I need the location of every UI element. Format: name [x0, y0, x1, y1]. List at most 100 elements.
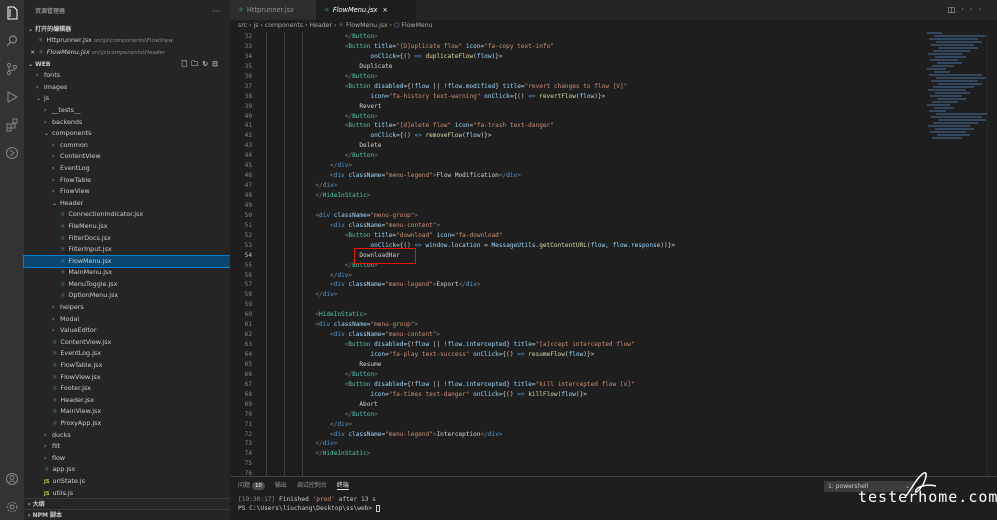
tree-folder[interactable]: › __tests__ [24, 105, 230, 117]
tree-item-label: MainMenu.jsx [68, 268, 113, 277]
open-editor-item[interactable]: ⚛ Httprunner.jsx src\js\components\FlowVie… [24, 35, 230, 47]
code-token: )}> [583, 351, 595, 358]
line-number: 39 [244, 102, 252, 110]
new-folder-icon[interactable]: 🗀 [191, 60, 202, 68]
open-editor-item[interactable]: × ⚛ FlowMenu.jsx src\js\components\Header [24, 47, 230, 59]
tree-file[interactable]: ⚛ OptionMenu.jsx [24, 290, 230, 302]
tree-file[interactable]: ⚛ Header.jsx [24, 395, 230, 407]
tab-httprunner[interactable]: ⚛ Httprunner.jsx [230, 0, 316, 20]
code-line: 47 </div> [230, 181, 930, 191]
tree-folder[interactable]: › fonts [24, 70, 230, 82]
run-icon[interactable] [4, 90, 20, 106]
code-token: removeFlow [425, 132, 463, 140]
code-token: disabled [374, 341, 404, 349]
tab-debug-console[interactable]: 调试控制台 [297, 482, 327, 489]
tree-file[interactable]: ⚛ FilterInput.jsx [24, 244, 230, 256]
tab-output[interactable]: 输出 [275, 482, 287, 489]
extensions-icon[interactable] [4, 118, 20, 134]
collapse-all-icon[interactable]: ⊟ [212, 60, 222, 68]
tree-file[interactable]: ⚛ ConnectionIndicator.jsx [24, 209, 230, 221]
code-token: > [498, 430, 503, 438]
code-line: 66 </Button> [230, 370, 930, 380]
npm-scripts-section[interactable]: › NPM 脚本 [24, 509, 230, 520]
code-token: HideInStatic [322, 450, 367, 458]
code-line: 50 <div className="menu-group"> [230, 211, 930, 221]
tree-file[interactable]: ⚛ MainView.jsx [24, 406, 230, 418]
code-token: > [333, 182, 338, 190]
code-line: 73 </div> [230, 439, 930, 449]
more-actions-icon[interactable]: ··· [212, 0, 220, 24]
tree-folder[interactable]: › common [24, 140, 230, 152]
breadcrumb-item[interactable]: js [253, 22, 258, 29]
refresh-icon[interactable]: ↻ [202, 60, 212, 68]
code-token: = [480, 241, 492, 249]
minimap-line [933, 122, 978, 124]
close-icon[interactable]: × [382, 6, 388, 14]
search-icon[interactable] [4, 34, 20, 50]
tree-file[interactable]: ⚛ MenuToggle.jsx [24, 279, 230, 291]
tree-folder[interactable]: › ducks [24, 430, 230, 442]
code-editor[interactable]: 32 </Button> 33 <Button title="[D]uplicat… [230, 32, 930, 476]
explorer-icon[interactable] [4, 6, 20, 22]
tree-folder[interactable]: › backends [24, 117, 230, 129]
breadcrumb-item[interactable]: components [265, 22, 303, 29]
breadcrumb-item[interactable]: FlowMenu [401, 22, 432, 29]
split-editor-icon[interactable]: ◫ [948, 5, 962, 14]
tree-folder[interactable]: › flow [24, 453, 230, 465]
tree-folder[interactable]: ⌄ components [24, 128, 230, 140]
tab-flowmenu[interactable]: ⚛ FlowMenu.jsx × [316, 0, 416, 20]
tree-folder[interactable]: › FlowView [24, 186, 230, 198]
tree-folder[interactable]: › ContentView [24, 151, 230, 163]
tree-file[interactable]: ⚛ Footer.jsx [24, 383, 230, 395]
minimap-line [938, 47, 978, 49]
remote-icon[interactable] [4, 146, 20, 162]
tree-file[interactable]: ⚛ FileMenu.jsx [24, 221, 230, 233]
editor-scrollbar[interactable] [987, 32, 997, 476]
code-token: Button [352, 410, 375, 418]
code-token: </ [315, 440, 323, 448]
tree-file[interactable]: ⚛ ContentView.jsx [24, 337, 230, 349]
close-icon[interactable]: × [30, 48, 35, 56]
code-token: "fa-play text-success" [388, 351, 470, 358]
tree-file[interactable]: ⚛ FlowTable.jsx [24, 360, 230, 372]
code-line: 67 <Button disabled={!flow || !flow.inte… [230, 380, 930, 390]
breadcrumb-item[interactable]: FlowMenu.jsx [346, 22, 388, 29]
code-token: title [513, 380, 532, 388]
tree-folder[interactable]: ⌄ Header [24, 198, 230, 210]
code-token: ={() [498, 351, 518, 358]
tree-file[interactable]: ⚛ ProxyApp.jsx [24, 418, 230, 430]
chevron-right-icon: › [36, 83, 39, 91]
tree-folder[interactable]: › EventLog [24, 163, 230, 175]
tree-folder[interactable]: › FlowTable [24, 175, 230, 187]
outline-section[interactable]: › 大纲 [24, 498, 230, 509]
tree-folder[interactable]: › helpers [24, 302, 230, 314]
minimap[interactable] [927, 32, 990, 152]
tree-file[interactable]: ⚛ MainMenu.jsx [24, 267, 230, 279]
tree-file[interactable]: ⚛ FilterDocs.jsx [24, 233, 230, 245]
tree-file[interactable]: ⚛ EventLog.jsx [24, 348, 230, 360]
tree-folder[interactable]: › ValueEditor [24, 325, 230, 337]
account-icon[interactable] [4, 472, 20, 488]
breadcrumb-item[interactable]: src [238, 22, 247, 29]
tree-file[interactable]: JS urlState.js [24, 476, 230, 488]
tab-problems[interactable]: 问题 10 [238, 482, 265, 490]
breadcrumb-item[interactable]: Header [310, 22, 333, 29]
open-editors-section[interactable]: ⌄ 打开的编辑器 [24, 24, 230, 35]
code-token: > [374, 72, 378, 80]
tree-folder[interactable]: › Modal [24, 314, 230, 326]
tree-folder[interactable]: › images [24, 82, 230, 94]
line-number: 50 [244, 211, 252, 219]
tab-terminal[interactable]: 终端 [336, 482, 349, 490]
new-file-icon[interactable]: 🗋 [182, 60, 192, 68]
source-control-icon[interactable] [4, 62, 20, 78]
js-file-icon: JS [44, 478, 50, 485]
tree-file[interactable]: ⚛ FlowView.jsx [24, 372, 230, 384]
more-actions-icon[interactable]: ··· [961, 5, 987, 14]
tree-folder[interactable]: › filt [24, 441, 230, 453]
workspace-section[interactable]: ⌄ WEB 🗋🗀↻⊟ [24, 59, 230, 70]
tree-file[interactable]: ⚛ FlowMenu.jsx [23, 254, 231, 269]
settings-icon[interactable] [4, 500, 20, 516]
tree-file[interactable]: ⚛ app.jsx [24, 464, 230, 476]
tree-folder[interactable]: ⌄ js [24, 93, 230, 105]
minimap-line [936, 77, 986, 79]
